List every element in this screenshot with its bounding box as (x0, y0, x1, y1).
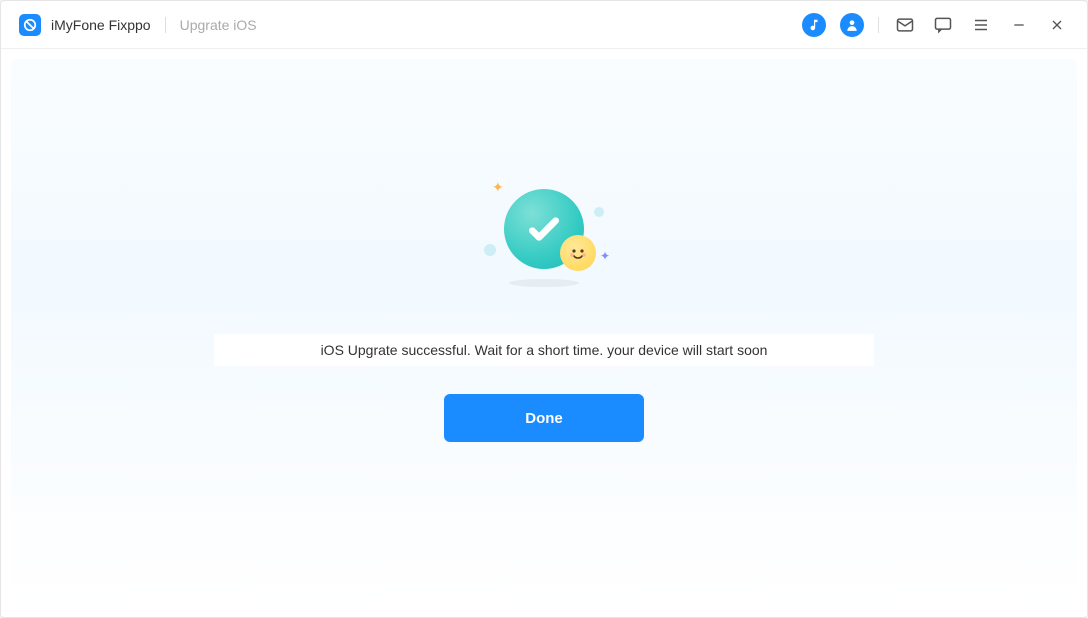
smiley-icon (560, 235, 596, 271)
music-icon[interactable] (802, 13, 826, 37)
status-message: iOS Upgrate successful. Wait for a short… (214, 334, 874, 366)
titlebar-right (802, 13, 1069, 37)
divider (878, 17, 879, 33)
feedback-icon[interactable] (931, 13, 955, 37)
minimize-button[interactable] (1007, 13, 1031, 37)
decorative-dot (594, 207, 604, 217)
titlebar: iMyFone Fixppo Upgrate iOS (1, 1, 1087, 49)
sparkle-icon: ✦ (492, 179, 504, 196)
shadow (509, 279, 579, 287)
app-title: iMyFone Fixppo (51, 17, 151, 33)
success-illustration: ✦ ✦ (474, 179, 614, 299)
sparkle-icon: ✦ (600, 249, 610, 263)
close-button[interactable] (1045, 13, 1069, 37)
main-content: ✦ ✦ iOS Upgrate successful. Wait (11, 59, 1077, 607)
app-logo-icon (19, 14, 41, 36)
mail-icon[interactable] (893, 13, 917, 37)
account-icon[interactable] (840, 13, 864, 37)
done-button[interactable]: Done (444, 394, 644, 442)
decorative-dot (484, 244, 496, 256)
titlebar-left: iMyFone Fixppo Upgrate iOS (19, 14, 257, 36)
app-window: iMyFone Fixppo Upgrate iOS (0, 0, 1088, 618)
menu-icon[interactable] (969, 13, 993, 37)
divider (165, 17, 166, 33)
breadcrumb[interactable]: Upgrate iOS (180, 17, 257, 33)
